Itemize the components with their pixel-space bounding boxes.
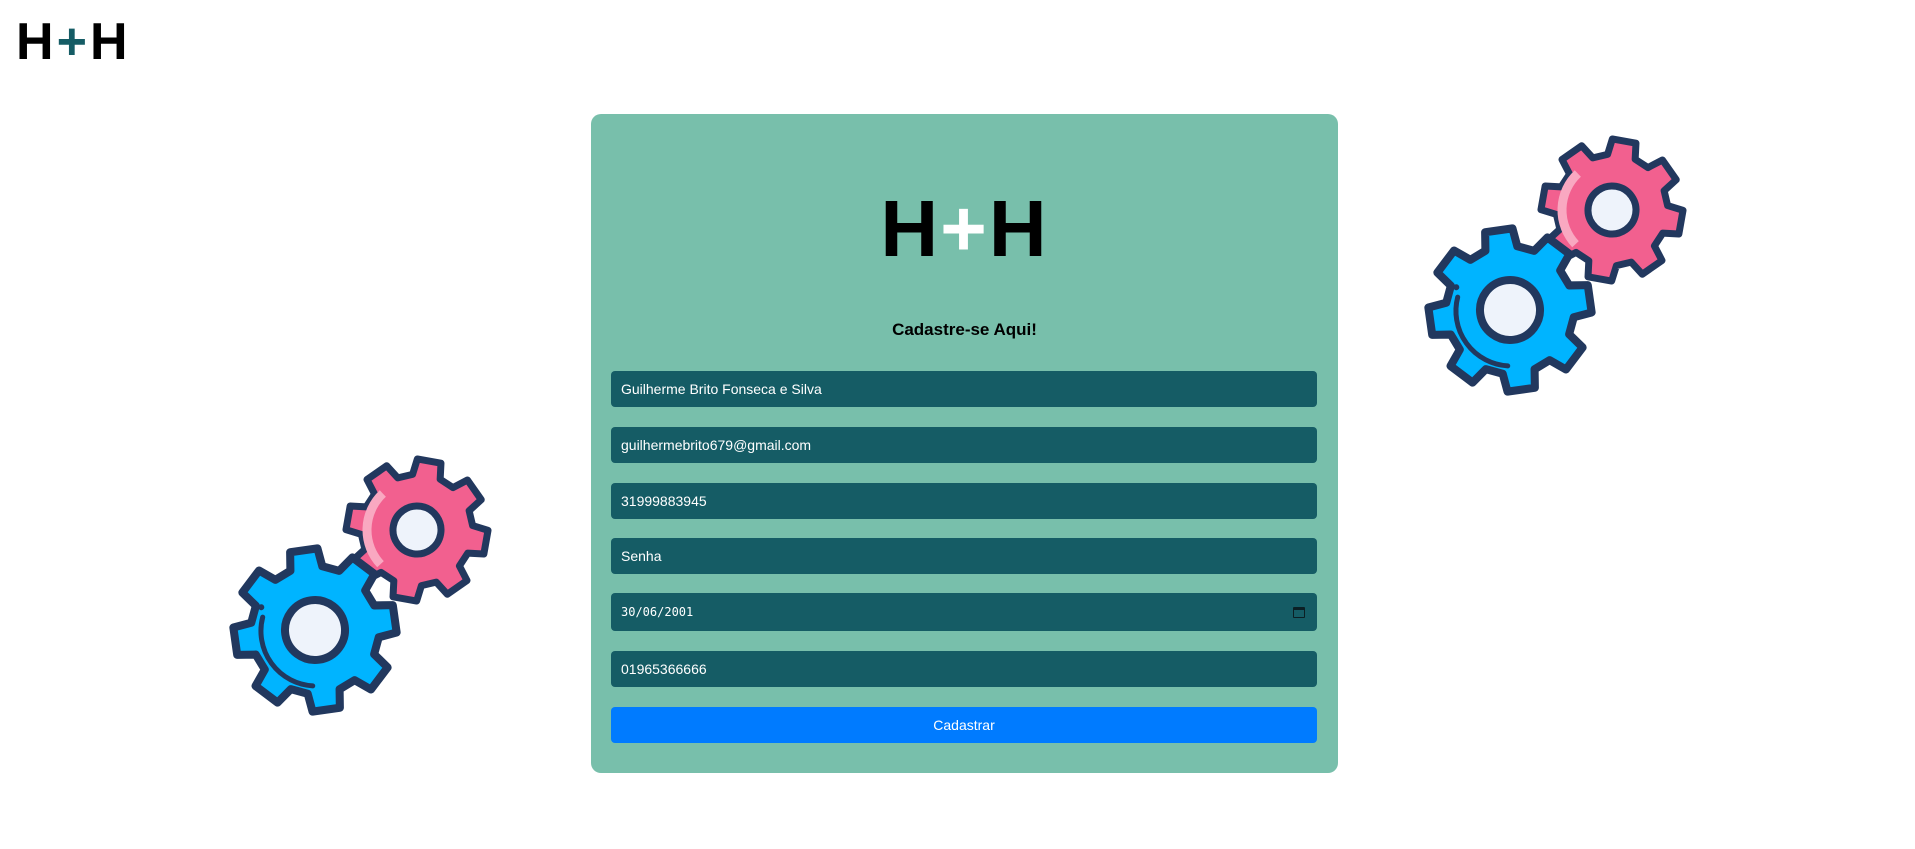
- phone-field[interactable]: 31999883945: [611, 483, 1317, 519]
- gears-illustration-left: [215, 440, 505, 730]
- brand-letter-left: H: [16, 13, 55, 71]
- card-logo-letter-left: H: [880, 184, 941, 273]
- card-logo: H+H: [591, 184, 1338, 274]
- password-field[interactable]: Senha: [611, 538, 1317, 574]
- register-button[interactable]: Cadastrar: [611, 707, 1317, 743]
- document-field-value: 01965366666: [621, 661, 707, 677]
- signup-heading: Cadastre-se Aqui!: [892, 320, 1037, 339]
- birthdate-field[interactable]: 30/06/2001: [611, 593, 1317, 631]
- card-logo-letter-right: H: [988, 184, 1049, 273]
- birthdate-field-value: 30/06/2001: [621, 605, 694, 619]
- brand-letter-right: H: [89, 13, 129, 71]
- name-field[interactable]: Guilherme Brito Fonseca e Silva: [611, 371, 1317, 407]
- document-field[interactable]: 01965366666: [611, 651, 1317, 687]
- brand-logo[interactable]: H + H: [16, 12, 129, 72]
- card-logo-plus: +: [940, 184, 989, 273]
- password-field-placeholder: Senha: [621, 548, 662, 564]
- gears-illustration-right: [1410, 120, 1700, 410]
- name-field-value: Guilherme Brito Fonseca e Silva: [621, 381, 822, 397]
- brand-plus: +: [56, 13, 88, 71]
- signup-card: H+H Cadastre-se Aqui! Guilherme Brito Fo…: [591, 114, 1338, 773]
- email-field-value: guilhermebrito679@gmail.com: [621, 437, 812, 453]
- calendar-icon[interactable]: [1293, 606, 1305, 618]
- email-field[interactable]: guilhermebrito679@gmail.com: [611, 427, 1317, 463]
- phone-field-value: 31999883945: [621, 493, 707, 509]
